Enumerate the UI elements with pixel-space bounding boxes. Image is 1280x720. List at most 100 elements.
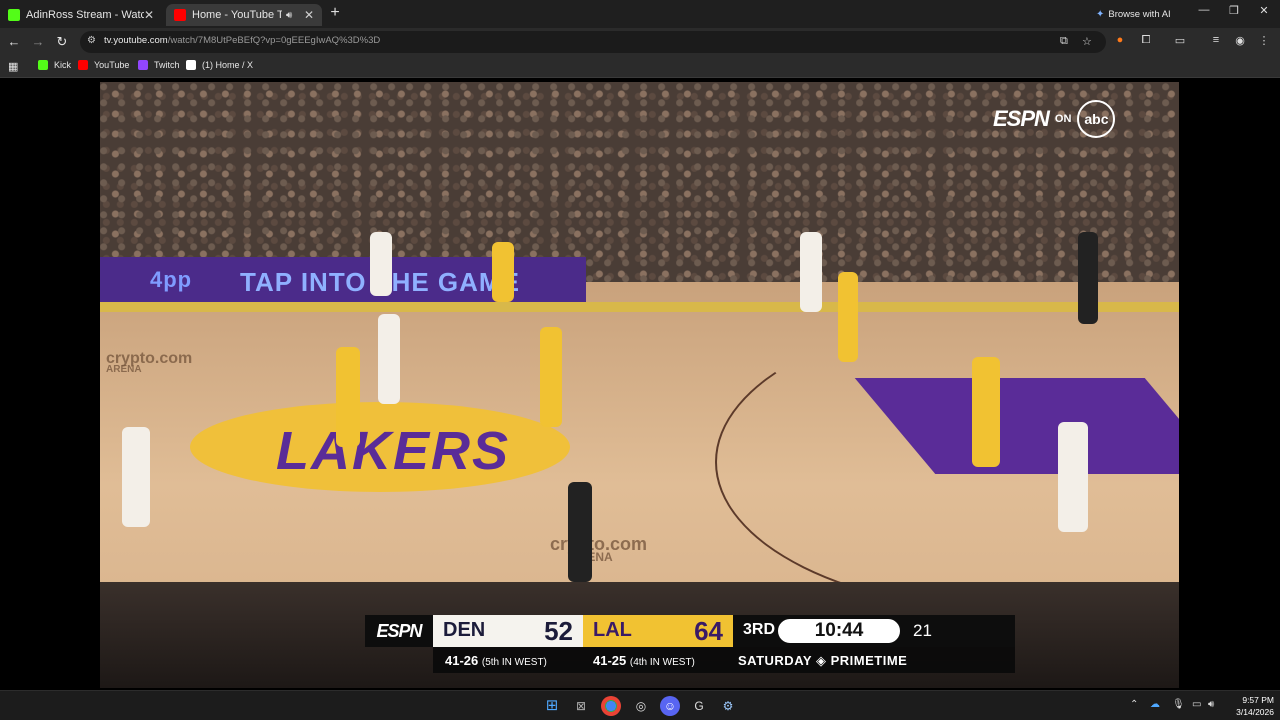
home-record: 41-26 (5th IN WEST) (445, 653, 547, 668)
chrome-icon[interactable] (601, 696, 621, 716)
url-domain: tv.youtube.com (104, 35, 168, 46)
home-record-value: 41-26 (445, 653, 479, 668)
clock-date: 3/14/2026 (1236, 707, 1274, 717)
kick-icon (8, 9, 20, 21)
bookmark-youtube[interactable]: YouTube (78, 60, 129, 70)
bookmark-star-icon[interactable]: ☆ (1082, 35, 1092, 48)
player-lal (838, 272, 858, 362)
close-tab-icon[interactable]: ✕ (304, 8, 314, 22)
tab-strip: AdinRoss Stream - Watch Live o ✕ Home - … (0, 0, 1280, 28)
browse-with-ai-button[interactable]: ✦ Browse with AI (1096, 6, 1171, 22)
score-bug: ESPN DEN 52 LAL 64 3RD 10:44 21 41-26 (5… (365, 615, 1015, 681)
address-bar[interactable]: ⚙ tv.youtube.com/watch/7M8UtPeBEfQ?vp=0g… (80, 31, 1106, 53)
discord-icon[interactable]: ☺ (660, 696, 680, 716)
apps-grid-icon[interactable]: ▦ (8, 60, 18, 73)
reload-button[interactable]: ↻ (54, 34, 70, 50)
home-team-panel: DEN 52 (433, 615, 583, 647)
extensions-puzzle-icon[interactable]: ⧠ (1138, 34, 1154, 47)
youtube-icon (78, 60, 88, 70)
menu-kebab-icon[interactable]: ⋮ (1256, 34, 1272, 47)
volume-icon[interactable]: 🔊︎ (1208, 699, 1214, 710)
home-team-abbr: DEN (443, 619, 486, 641)
promo-title: PRIMETIME (830, 653, 908, 668)
home-standing: (5th IN WEST) (481, 657, 547, 668)
url-path: /watch/7M8UtPeBEfQ?vp=0gEEEgIwAQ%3D%3D (167, 35, 381, 46)
tray-chevron-icon[interactable]: ⌃ (1130, 699, 1138, 710)
new-tab-button[interactable]: + (326, 4, 344, 22)
microphone-icon[interactable]: 🎙︎ (1172, 699, 1185, 710)
media-controls-icon[interactable]: ≡ (1208, 34, 1224, 46)
score-bug-bottom: 41-26 (5th IN WEST) 41-25 (4th IN WEST) … (433, 647, 1015, 673)
player-lal (972, 357, 1000, 467)
score-bug-top: ESPN DEN 52 LAL 64 3RD 10:44 21 (365, 615, 1015, 647)
promo-icon: ◈ (815, 653, 827, 668)
restore-button[interactable]: ❐ (1224, 4, 1244, 17)
install-app-icon[interactable]: ⧉ (1060, 35, 1068, 48)
windows-start-icon[interactable]: ⊞ (542, 696, 562, 716)
promo-text: SATURDAY ◈ PRIMETIME (738, 653, 907, 669)
shot-clock: 21 (913, 621, 932, 640)
tab-title: Home - YouTube TV (192, 9, 282, 21)
bookmark-x[interactable]: (1) Home / X (186, 60, 253, 70)
extension-icon[interactable]: ● (1112, 34, 1128, 46)
promo-day: SATURDAY (738, 653, 812, 668)
bookmark-label: YouTube (94, 60, 130, 70)
referee (568, 482, 592, 582)
close-window-button[interactable]: ✕ (1254, 4, 1274, 17)
away-team-panel: LAL 64 (583, 615, 733, 647)
game-clock: 10:44 (778, 619, 900, 643)
task-view-icon[interactable]: ⊠ (571, 696, 591, 716)
period-label: 3RD (743, 621, 776, 638)
speaker-icon[interactable]: 🔊︎ (286, 10, 292, 21)
youtube-tv-icon (174, 9, 186, 21)
player-den (378, 314, 400, 404)
player-den (122, 427, 150, 527)
x-icon (186, 60, 196, 70)
close-tab-icon[interactable]: ✕ (144, 8, 154, 22)
windows-taskbar: ⊞ ⊠ ◎ ☺ G ⚙ ⌃ ☁ 🎙︎ ▭ 🔊︎ 9:57 PM 3/14/202… (0, 690, 1280, 720)
onedrive-icon[interactable]: ☁ (1150, 699, 1160, 710)
game-clock-panel: 3RD 10:44 21 (733, 615, 1015, 647)
bookmark-twitch[interactable]: Twitch (138, 60, 180, 70)
tab-adinross[interactable]: AdinRoss Stream - Watch Live o ✕ (0, 4, 162, 26)
court-logo-text: LAKERS (276, 421, 511, 481)
bookmark-kick[interactable]: Kick (38, 60, 71, 70)
back-button[interactable]: ← (6, 34, 22, 50)
steam-icon[interactable]: ⚙ (718, 696, 738, 716)
minimize-button[interactable]: — (1194, 4, 1214, 16)
broadcast-logo: ESPN ON abc (993, 100, 1116, 138)
court-sponsor-sub: ARENA (106, 364, 142, 375)
kick-icon (38, 60, 48, 70)
network-icon[interactable]: ▭ (1192, 699, 1201, 710)
profile-avatar-icon[interactable]: ◉ (1232, 34, 1248, 47)
bookmark-label: Kick (54, 60, 72, 70)
away-team-abbr: LAL (593, 619, 632, 641)
browse-ai-label: Browse with AI (1108, 8, 1171, 20)
away-record-value: 41-25 (593, 653, 627, 668)
tab-youtube-tv[interactable]: Home - YouTube TV 🔊︎ ✕ (166, 4, 322, 26)
browser-toolbar: ← → ↻ ⚙ tv.youtube.com/watch/7M8UtPeBEfQ… (0, 28, 1280, 56)
referee (1078, 232, 1098, 324)
away-record: 41-25 (4th IN WEST) (593, 653, 695, 668)
url-text: tv.youtube.com/watch/7M8UtPeBEfQ?vp=0gEE… (104, 35, 380, 46)
cast-icon[interactable]: ▭ (1172, 34, 1188, 47)
clock-time: 9:57 PM (1242, 695, 1274, 705)
center-court-logo: LAKERS (190, 402, 570, 492)
player-den (370, 232, 392, 296)
twitch-icon (138, 60, 148, 70)
bookmark-label: Twitch (154, 60, 180, 70)
abc-logo: abc (1077, 100, 1116, 138)
app-icon[interactable]: ◎ (631, 696, 651, 716)
score-bug-network: ESPN (365, 615, 433, 647)
espn-logo-text: ESPN (993, 106, 1050, 131)
taskbar-clock[interactable]: 9:57 PM 3/14/2026 (1222, 694, 1274, 718)
bookmark-label: (1) Home / X (202, 60, 254, 70)
app-icon[interactable]: G (689, 696, 709, 716)
player-den (1058, 422, 1088, 532)
video-player[interactable]: 4pp TAP INTO THE GAME LAKERS crypto.com … (100, 82, 1179, 688)
forward-button[interactable]: → (30, 34, 46, 50)
player-lal (492, 242, 514, 302)
broadcast-on-text: ON (1054, 113, 1072, 125)
away-team-score: 64 (694, 616, 723, 646)
site-info-icon[interactable]: ⚙ (87, 35, 96, 46)
